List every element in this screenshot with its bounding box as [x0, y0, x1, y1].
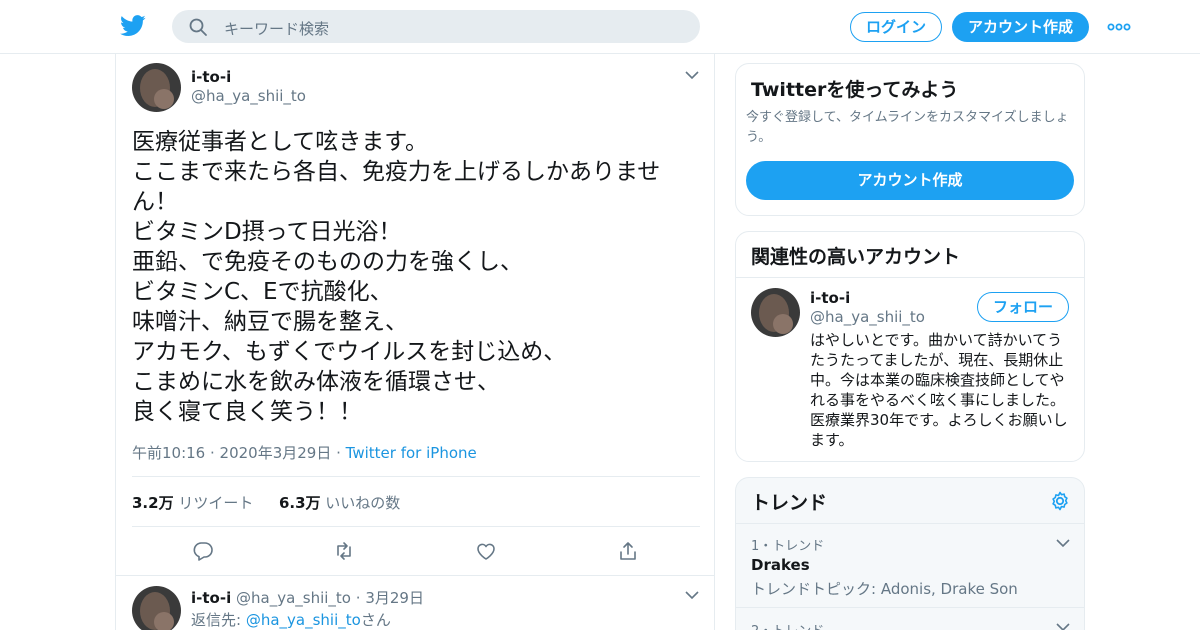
- tweet-line: こまめに水を飲み体液を循環させ、: [132, 369, 500, 395]
- divider: [736, 523, 1084, 524]
- tweet-date[interactable]: 2020年3月29日: [220, 444, 332, 462]
- trend-name[interactable]: Drakes: [751, 556, 810, 574]
- chevron-down-icon[interactable]: [1056, 622, 1070, 630]
- replying-to: 返信先: @ha_ya_shii_toさん: [191, 609, 391, 630]
- related-avatar[interactable]: [751, 288, 800, 337]
- more-icon[interactable]: [1107, 17, 1131, 37]
- tweet-text: 医療従事者として呟きます。 ここまで来たら各自、免疫力を上げるしかありませ ん！…: [132, 127, 692, 427]
- related-account-handle[interactable]: @ha_ya_shii_to: [810, 308, 925, 326]
- reply-author-handle[interactable]: @ha_ya_shii_to: [236, 589, 351, 607]
- related-account-name[interactable]: i-to-i: [810, 289, 850, 307]
- tweet-line: 医療従事者として呟きます。: [132, 129, 429, 155]
- reply-icon[interactable]: [192, 540, 214, 562]
- tweet-source-link[interactable]: Twitter for iPhone: [346, 444, 477, 462]
- twitter-logo-icon[interactable]: [120, 14, 146, 38]
- related-account-bio: はやしいとです。曲かいて詩かいてうたうたってましたが、現在、長期休止中。今は本業…: [810, 331, 1068, 449]
- retweet-count[interactable]: 3.2万: [132, 494, 174, 512]
- related-card-title: 関連性の高いアカウント: [751, 246, 961, 268]
- signup-card-title: Twitterを使ってみよう: [751, 79, 959, 101]
- reply-avatar[interactable]: [132, 586, 181, 630]
- search-placeholder: キーワード検索: [224, 20, 330, 38]
- avatar[interactable]: [132, 63, 181, 112]
- tweet-stats: 3.2万 リツイート 6.3万 いいねの数: [132, 492, 400, 513]
- login-button[interactable]: ログイン: [850, 12, 942, 42]
- trends-card: トレンド 1・トレンド Drakes トレンドトピック: Adonis, Dra…: [735, 477, 1085, 630]
- replying-prefix: 返信先:: [191, 611, 246, 629]
- divider: [736, 607, 1084, 608]
- follow-button[interactable]: フォロー: [977, 292, 1069, 322]
- divider: [132, 526, 700, 527]
- divider: [116, 575, 714, 576]
- tweet-line: ビタミンD摂って日光浴！: [132, 219, 402, 245]
- trends-title: トレンド: [751, 492, 828, 514]
- trend-topic: トレンドトピック: Adonis, Drake Son: [751, 580, 1018, 598]
- signup-card-button[interactable]: アカウント作成: [746, 161, 1074, 200]
- tweet-column: i-to-i @ha_ya_shii_to 医療従事者として呟きます。 ここまで…: [115, 54, 715, 630]
- tweet-line: アカモク、もずくでウイルスを封じ込め、: [132, 339, 567, 365]
- reply-header: i-to-i @ha_ya_shii_to · 3月29日: [191, 589, 424, 607]
- retweet-icon[interactable]: [333, 540, 355, 562]
- tweet-line: ここまで来たら各自、免疫力を上げるしかありませ: [132, 159, 661, 185]
- top-bar: キーワード検索 ログイン アカウント作成: [0, 0, 1200, 54]
- signup-card: Twitterを使ってみよう 今すぐ登録して、タイムラインをカスタマイズしましょ…: [735, 63, 1085, 216]
- tweet-timestamp: 午前10:16 · 2020年3月29日 · Twitter for iPhon…: [132, 444, 477, 462]
- chevron-down-icon[interactable]: [1056, 538, 1070, 548]
- tweet-line: ん！: [132, 189, 178, 215]
- chevron-down-icon[interactable]: [685, 70, 699, 80]
- author-name[interactable]: i-to-i: [191, 68, 231, 86]
- divider: [132, 476, 700, 477]
- retweet-label[interactable]: リツイート: [178, 494, 253, 512]
- chevron-down-icon[interactable]: [685, 590, 699, 600]
- like-count[interactable]: 6.3万: [279, 494, 321, 512]
- trend-rank: 2・トレンド: [751, 620, 824, 630]
- author-handle[interactable]: @ha_ya_shii_to: [191, 87, 306, 105]
- search-icon: [189, 18, 207, 36]
- related-accounts-card: 関連性の高いアカウント i-to-i @ha_ya_shii_to フォロー は…: [735, 231, 1085, 462]
- reply-date[interactable]: 3月29日: [365, 589, 424, 607]
- divider: [736, 277, 1084, 278]
- reply-author-name[interactable]: i-to-i: [191, 589, 231, 607]
- like-label[interactable]: いいねの数: [325, 494, 400, 512]
- gear-icon[interactable]: [1049, 490, 1071, 512]
- replying-suffix: さん: [360, 611, 391, 629]
- trend-rank: 1・トレンド: [751, 539, 825, 554]
- tweet-line: 味噌汁、納豆で腸を整え、: [132, 309, 408, 335]
- tweet-time[interactable]: 午前10:16: [132, 444, 205, 462]
- replying-to-link[interactable]: @ha_ya_shii_to: [246, 611, 361, 629]
- search-input[interactable]: キーワード検索: [172, 10, 700, 43]
- tweet-line: ビタミンC、Eで抗酸化、: [132, 279, 393, 305]
- signup-card-description: 今すぐ登録して、タイムラインをカスタマイズしましょう。: [746, 110, 1069, 145]
- tweet-line: 亜鉛、で免疫そのものの力を強くし、: [132, 249, 523, 275]
- share-icon[interactable]: [617, 540, 639, 562]
- tweet-line: 良く寝て良く笑う！！: [132, 399, 362, 425]
- like-icon[interactable]: [475, 540, 497, 562]
- signup-button[interactable]: アカウント作成: [952, 12, 1089, 42]
